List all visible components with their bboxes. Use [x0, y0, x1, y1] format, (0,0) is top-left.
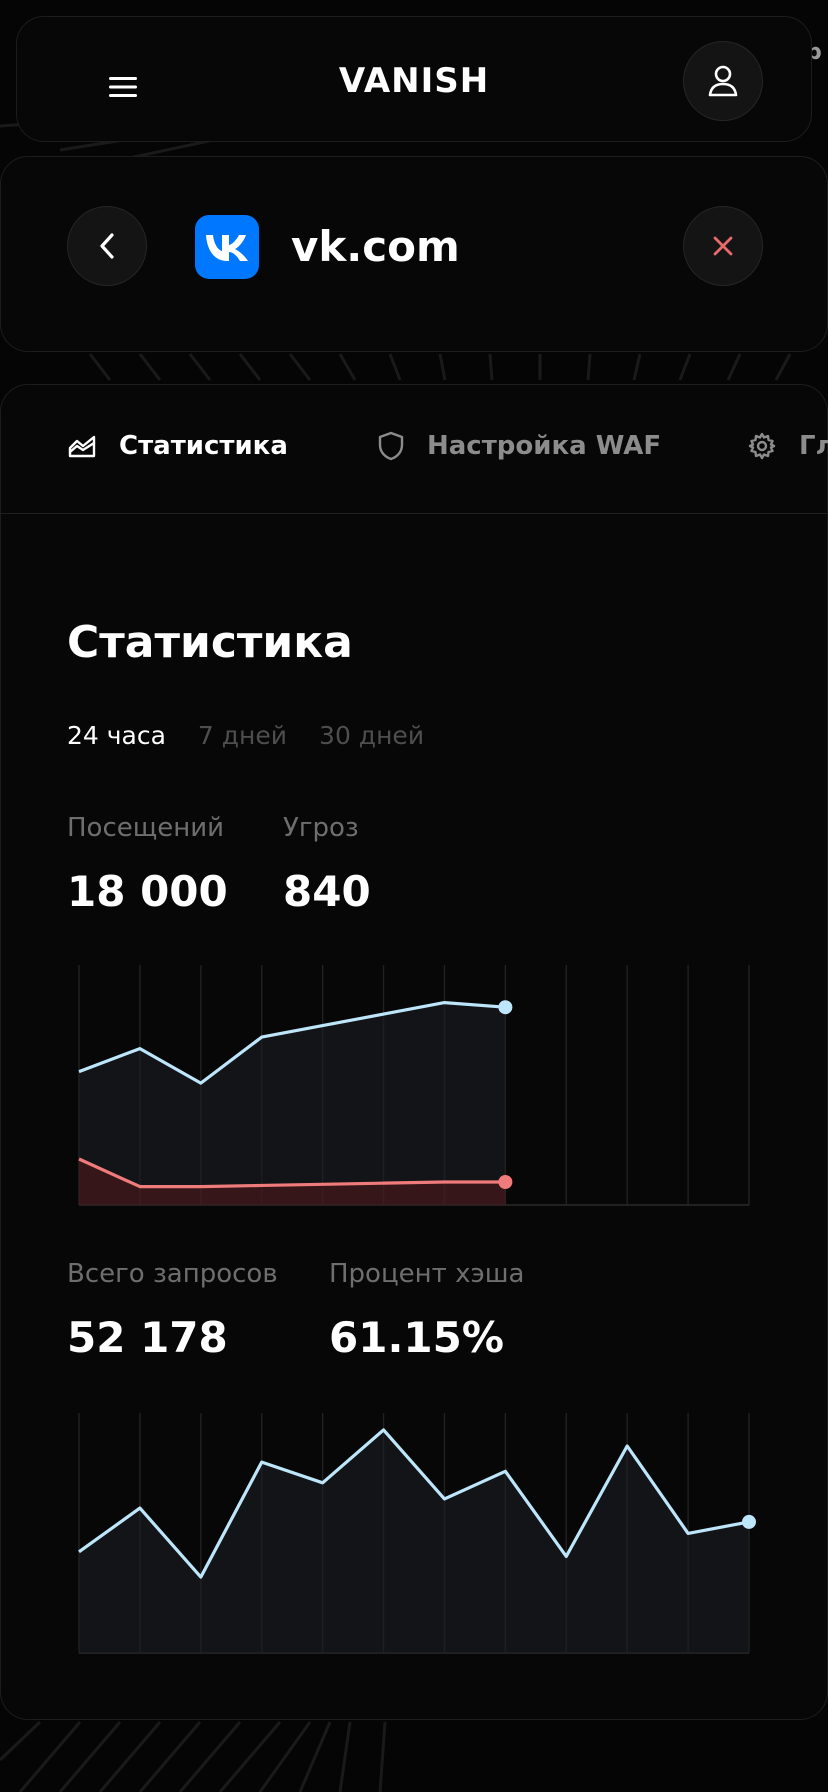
visits-threats-chart: [78, 965, 750, 1206]
user-icon: [708, 65, 738, 97]
chevron-left-icon: [100, 233, 114, 259]
tab-main-settings-label: Гл: [799, 431, 828, 461]
threats-value: 840: [283, 867, 371, 916]
cache-label: Процент хэша: [329, 1259, 525, 1289]
gear-icon: [748, 432, 776, 460]
shield-icon: [378, 431, 404, 461]
threats-label: Угроз: [283, 813, 359, 843]
cache-value: 61.15%: [329, 1313, 504, 1362]
tab-statistics[interactable]: Статистика: [67, 431, 288, 461]
period-selector: 24 часа 7 дней 30 дней: [67, 721, 424, 750]
series-end-point: [498, 1175, 513, 1189]
tab-bar: Статистика Настройка WAF Гл: [1, 385, 828, 514]
tab-waf-settings-label: Настройка WAF: [427, 431, 662, 461]
site-name: vk.com: [291, 222, 460, 271]
requests-value: 52 178: [67, 1313, 228, 1362]
profile-button[interactable]: [683, 41, 763, 121]
site-header-card: vk.com: [0, 156, 828, 352]
close-icon: [713, 236, 733, 256]
chart-area-icon: [68, 435, 96, 458]
requests-chart: [78, 1413, 756, 1654]
period-24h[interactable]: 24 часа: [67, 721, 166, 750]
period-30d[interactable]: 30 дней: [319, 721, 424, 750]
page-title: Статистика: [67, 617, 353, 668]
requests-label: Всего запросов: [67, 1259, 278, 1289]
vk-logo-icon: [195, 215, 259, 279]
close-button[interactable]: [683, 206, 763, 286]
back-button[interactable]: [67, 206, 147, 286]
series-end-point: [498, 1000, 513, 1015]
series-end-point: [742, 1514, 756, 1529]
period-7d[interactable]: 7 дней: [198, 721, 287, 750]
top-bar: VANISH: [16, 16, 812, 142]
visits-label: Посещений: [67, 813, 225, 843]
statistics-card: Статистика Настройка WAF Гл Статистика 2…: [0, 384, 828, 1720]
visits-value: 18 000: [67, 867, 228, 916]
tab-statistics-label: Статистика: [119, 431, 288, 461]
tab-waf-settings[interactable]: Настройка WAF: [377, 431, 661, 461]
tab-main-settings[interactable]: Гл: [747, 431, 828, 461]
